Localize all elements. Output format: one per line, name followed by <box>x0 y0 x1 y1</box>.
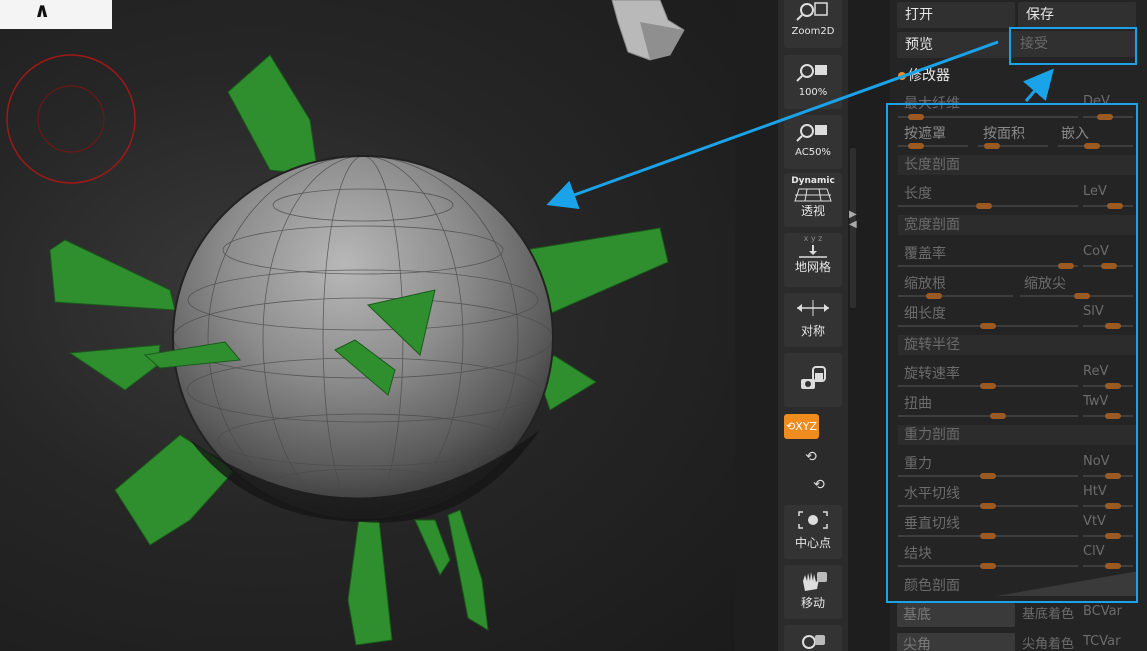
center-point-label: 中心点 <box>794 536 831 550</box>
xyz-label: XYZ <box>795 420 817 433</box>
right-toolbar: Zoom2D 100% AC50% Dynamic 透视 x y z 地网格 对… <box>778 0 848 651</box>
zoom-actual-icon <box>784 55 842 87</box>
modifiers-highlight-box <box>886 103 1138 603</box>
modifiers-section[interactable]: 修改器 <box>898 65 950 85</box>
camera-lock-button[interactable] <box>784 353 842 407</box>
camera-lock-icon <box>784 353 842 389</box>
zoom2d-label: Zoom2D <box>791 26 835 37</box>
ac50-button[interactable]: AC50% <box>784 115 842 169</box>
base-color-button[interactable]: 基底 <box>897 603 1015 627</box>
xyz-mini-label: x y z <box>803 234 823 243</box>
app-logo-tile: ∧ <box>0 0 112 29</box>
accept-highlight-box <box>1009 27 1137 65</box>
scale-button[interactable] <box>784 625 842 651</box>
head-preview-icon <box>611 0 685 61</box>
symmetry-button[interactable]: 对称 <box>784 293 842 347</box>
center-point-button[interactable]: 中心点 <box>784 505 842 559</box>
zoom100-button[interactable]: 100% <box>784 55 842 109</box>
dynamic-label: Dynamic <box>791 176 835 186</box>
zoom2d-button[interactable]: Zoom2D <box>784 0 842 48</box>
center-frame-icon <box>784 505 842 537</box>
perspective-label: 透视 <box>800 204 825 218</box>
bcvar-label: BCVar <box>1083 604 1122 619</box>
move-label: 移动 <box>800 596 825 610</box>
symmetry-arrows-icon <box>784 293 842 325</box>
zoom-half-icon <box>784 115 842 147</box>
open-button[interactable]: 打开 <box>897 2 1015 28</box>
zoom100-label: 100% <box>798 87 828 98</box>
viewport-canvas[interactable] <box>0 0 735 651</box>
navigation-ring-icon <box>6 54 136 184</box>
modifiers-title: 修改器 <box>908 68 950 84</box>
save-button[interactable]: 保存 <box>1018 2 1136 28</box>
scale-icon <box>784 625 842 651</box>
collapse-arrow-icon[interactable]: ▶ ◀ <box>849 210 859 240</box>
logo-mark-icon: ∧ <box>34 0 51 22</box>
base-tint-label: 基底着色 <box>1022 607 1075 622</box>
hand-move-icon <box>784 565 842 597</box>
move-button[interactable]: 移动 <box>784 565 842 619</box>
tip-tint-label: 尖角着色 <box>1022 637 1075 651</box>
tcvar-label: TCVar <box>1083 634 1121 649</box>
perspective-grid-icon <box>784 187 842 205</box>
preview-button[interactable]: 预览 <box>897 32 1015 58</box>
floor-grid-icon <box>784 245 842 261</box>
rotate-icon: ⟲ <box>785 420 796 433</box>
3d-viewport[interactable]: ∧ <box>0 0 735 651</box>
xyz-rotate-button[interactable]: ⟲XYZ <box>784 414 819 439</box>
floor-grid-label: 地网格 <box>794 260 831 274</box>
zoom-icon <box>784 0 842 26</box>
rotate-y-icon[interactable]: ⟲ <box>800 446 822 468</box>
sphere-mesh <box>172 155 554 523</box>
section-dot-icon <box>898 72 906 80</box>
perspective-button[interactable]: Dynamic 透视 <box>784 173 842 227</box>
ac50-label: AC50% <box>795 147 831 158</box>
rotate-z-icon[interactable]: ⟲ <box>808 474 830 496</box>
symmetry-label: 对称 <box>800 324 825 338</box>
tip-color-button[interactable]: 尖角 <box>897 633 1015 651</box>
floor-grid-button[interactable]: x y z 地网格 <box>784 233 842 287</box>
